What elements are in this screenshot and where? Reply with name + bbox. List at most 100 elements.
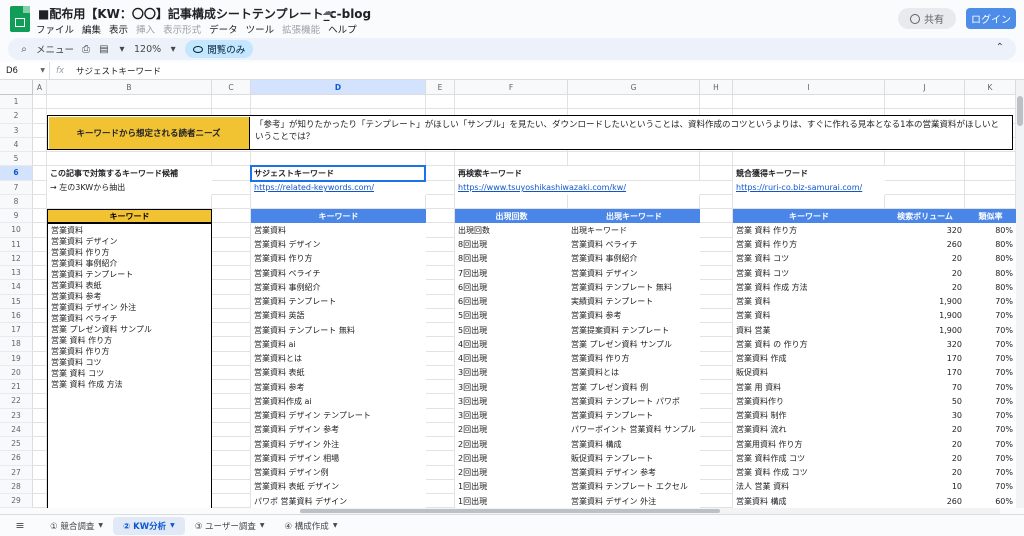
column-header[interactable]: J <box>885 80 965 95</box>
similarity-cell: 70% <box>965 451 1016 466</box>
row-header[interactable]: 19 <box>0 351 33 366</box>
formula-input[interactable]: サジェストキーワード <box>70 65 161 77</box>
scroll-thumb[interactable] <box>1017 96 1023 126</box>
chevron-down-icon[interactable]: ▼ <box>98 522 103 529</box>
suggest-keywords-link[interactable]: https://related-keywords.com/ <box>251 180 426 195</box>
chevron-down-icon[interactable]: ▾ <box>116 44 128 55</box>
menu-item[interactable]: 編集 <box>82 22 101 36</box>
row-header[interactable]: 15 <box>0 294 33 309</box>
sheets-logo-icon[interactable] <box>10 6 30 32</box>
vertical-scrollbar[interactable] <box>1016 80 1024 508</box>
row-header[interactable]: 18 <box>0 337 33 352</box>
row-header[interactable]: 26 <box>0 451 33 466</box>
paint-format-icon[interactable]: ▤ <box>98 44 110 55</box>
row-header[interactable]: 22 <box>0 394 33 409</box>
row-header[interactable]: 14 <box>0 280 33 295</box>
all-sheets-menu-icon[interactable]: ≡ <box>0 519 40 532</box>
login-button[interactable]: ログイン <box>966 8 1016 29</box>
chevron-down-icon[interactable]: ▾ <box>167 44 179 55</box>
column-header[interactable]: E <box>426 80 455 95</box>
cloud-status-icon[interactable]: ☁ <box>322 5 336 18</box>
column-header[interactable]: D <box>251 80 426 95</box>
zoom-select[interactable]: 120% <box>134 44 161 55</box>
row-header[interactable]: 24 <box>0 422 33 437</box>
scroll-thumb[interactable] <box>300 509 720 513</box>
menu-item[interactable]: 表示 <box>109 22 128 36</box>
menu-item[interactable]: 拡張機能 <box>282 22 320 36</box>
row-header[interactable]: 8 <box>0 194 33 209</box>
search-volume-cell: 1,900 <box>885 323 965 338</box>
suggest-keyword-cell: 営業資料 デザイン 相場 <box>251 451 426 466</box>
chevron-down-icon[interactable]: ▼ <box>333 522 338 529</box>
row-header[interactable]: 16 <box>0 308 33 323</box>
column-header[interactable]: C <box>212 80 251 95</box>
appear-keyword-cell: 営業資料 ペライチ <box>568 237 700 252</box>
target-keyword-item: 営業資料 表紙 <box>51 281 102 291</box>
competitor-keyword-cell: 営業資料作り <box>733 394 885 409</box>
row-header[interactable]: 13 <box>0 266 33 281</box>
name-box[interactable]: D6 ▼ <box>0 62 50 79</box>
row-header[interactable]: 3 <box>0 123 33 138</box>
row-header[interactable]: 11 <box>0 237 33 252</box>
sheet-tab[interactable]: ③ ユーザー調査 ▼ <box>185 517 275 535</box>
row-header[interactable]: 6 <box>0 166 33 181</box>
share-label: 共有 <box>924 15 944 26</box>
row-header[interactable]: 17 <box>0 323 33 338</box>
row-header[interactable]: 2 <box>0 109 33 124</box>
row-header[interactable]: 25 <box>0 437 33 452</box>
row-header[interactable]: 28 <box>0 479 33 494</box>
view-only-button[interactable]: 閲覧のみ <box>185 40 254 58</box>
sheet-tab[interactable]: ② KW分析 ▼ <box>112 516 185 535</box>
select-all-corner[interactable] <box>0 80 33 95</box>
row-header[interactable]: 20 <box>0 365 33 380</box>
spreadsheet-app: ■配布用【KW：〇〇】記事構成シートテンプレート_c-blog ☁ ファイル 編集… <box>0 0 1024 536</box>
row-header[interactable]: 10 <box>0 223 33 238</box>
sheet-tab[interactable]: ① 競合調査 ▼ <box>40 517 113 535</box>
target-keyword-item: 営業 資料 作成 方法 <box>51 380 123 390</box>
menu-item[interactable]: 挿入 <box>136 22 155 36</box>
row-header[interactable]: 29 <box>0 494 33 508</box>
print-icon[interactable]: ⎙ <box>80 44 92 55</box>
appear-keyword-cell: 営業資料 テンプレート <box>568 408 700 423</box>
menu-search-label[interactable]: メニュー <box>36 42 74 56</box>
row-header[interactable]: 5 <box>0 152 33 167</box>
research-keywords-link[interactable]: https://www.tsuyoshikashiwazaki.com/kw/ <box>455 180 700 195</box>
menu-item[interactable]: ツール <box>246 22 275 36</box>
column-header[interactable]: H <box>700 80 733 95</box>
row-header[interactable]: 12 <box>0 251 33 266</box>
gridline <box>33 108 1016 110</box>
row-header[interactable]: 23 <box>0 408 33 423</box>
competitor-keywords-link[interactable]: https://ruri-co.biz-samurai.com/ <box>733 180 885 195</box>
menu-item[interactable]: ヘルプ <box>328 22 357 36</box>
column-header[interactable]: F <box>455 80 568 95</box>
chevron-down-icon[interactable]: ▼ <box>170 522 175 529</box>
column-header[interactable]: B <box>47 80 212 95</box>
menu-item[interactable]: データ <box>209 22 238 36</box>
share-button[interactable]: 共有 <box>898 8 956 29</box>
appear-count-cell: 6回出現 <box>455 280 568 295</box>
column-header[interactable]: K <box>965 80 1016 95</box>
row-header[interactable]: 4 <box>0 137 33 152</box>
row-header[interactable]: 7 <box>0 180 33 195</box>
similarity-cell: 70% <box>965 351 1016 366</box>
row-header[interactable]: 9 <box>0 209 33 224</box>
column-header[interactable]: A <box>33 80 47 95</box>
column-header[interactable]: I <box>733 80 885 95</box>
menu-item[interactable]: 表示形式 <box>163 22 201 36</box>
appear-keyword-cell: 出現キーワード <box>568 223 700 238</box>
target-keyword-item: 営業資料 テンプレート <box>51 270 134 280</box>
menu-item[interactable]: ファイル <box>36 22 74 36</box>
chevron-up-icon[interactable]: ⌃ <box>996 42 1004 53</box>
column-header[interactable]: G <box>568 80 700 95</box>
row-header[interactable]: 1 <box>0 95 33 110</box>
suggest-keyword-cell: 営業資料 表紙 <box>251 365 426 380</box>
suggest-keyword-cell: 営業資料 デザイン例 <box>251 465 426 480</box>
search-icon[interactable]: ⌕ <box>18 44 30 55</box>
row-header[interactable]: 27 <box>0 465 33 480</box>
row-header[interactable]: 21 <box>0 380 33 395</box>
sheet-tabs-bar: ≡ ① 競合調査 ▼ ② KW分析 ▼ ③ ユーザー調査 ▼ ④ 構成作成 ▼ <box>0 514 1024 536</box>
competitor-keyword-cell: 営業 資料 作り方 <box>733 237 885 252</box>
chevron-down-icon[interactable]: ▼ <box>260 522 265 529</box>
sheet-grid[interactable]: A B C D E F G H I J K 1 2 3 4 5 6 7 8 9 10 11 12 13 14 15 16 17 18 19… <box>0 80 1016 508</box>
sheet-tab[interactable]: ④ 構成作成 ▼ <box>274 517 347 535</box>
